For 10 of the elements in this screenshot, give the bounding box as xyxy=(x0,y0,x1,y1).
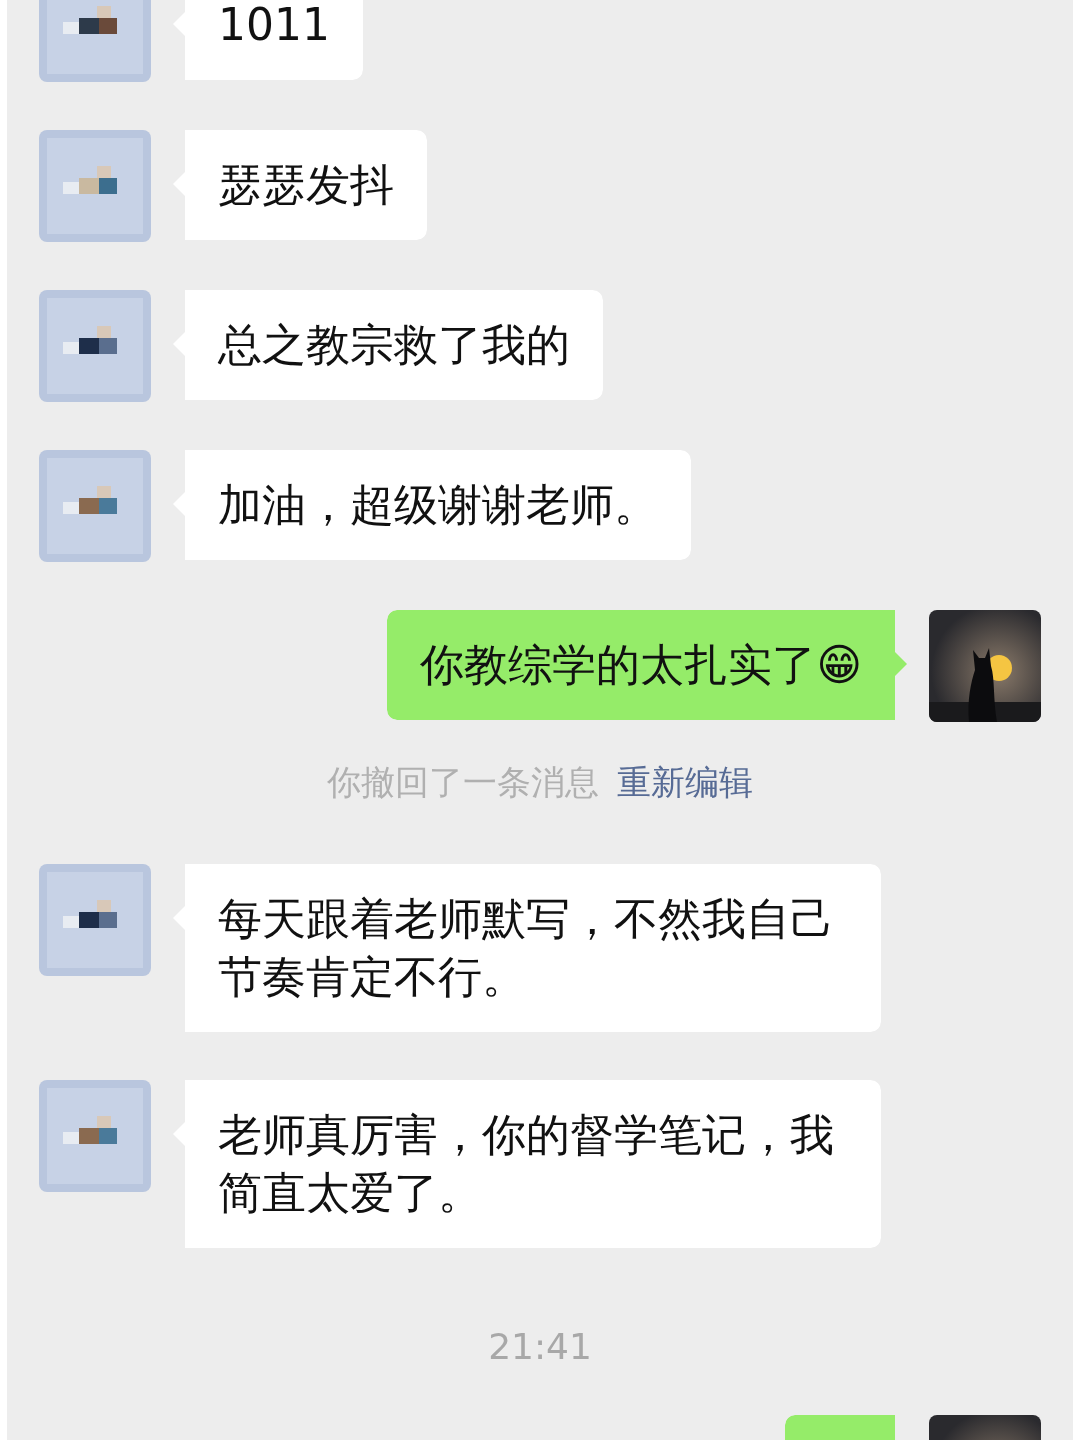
recall-notice: 你撤回了一条消息 xyxy=(327,761,599,804)
message-bubble: 你教综学的太扎实了😁 xyxy=(387,610,907,720)
timestamp: 21:41 xyxy=(488,1326,592,1367)
message-bubble: 总之教宗救了我的 xyxy=(173,290,603,400)
message-bubble: 瑟瑟发抖 xyxy=(173,130,427,240)
message-bubble: 1011 xyxy=(173,0,363,80)
message-bubble: 加油，超级谢谢老师。 xyxy=(173,450,691,560)
message-bubble: 每天跟着老师默写，不然我自己节奏肯定不行。 xyxy=(173,864,881,1032)
message-bubble: 老师真厉害，你的督学笔记，我简直太爱了。 xyxy=(173,1080,881,1248)
edit-again-link[interactable]: 重新编辑 xyxy=(617,760,753,806)
